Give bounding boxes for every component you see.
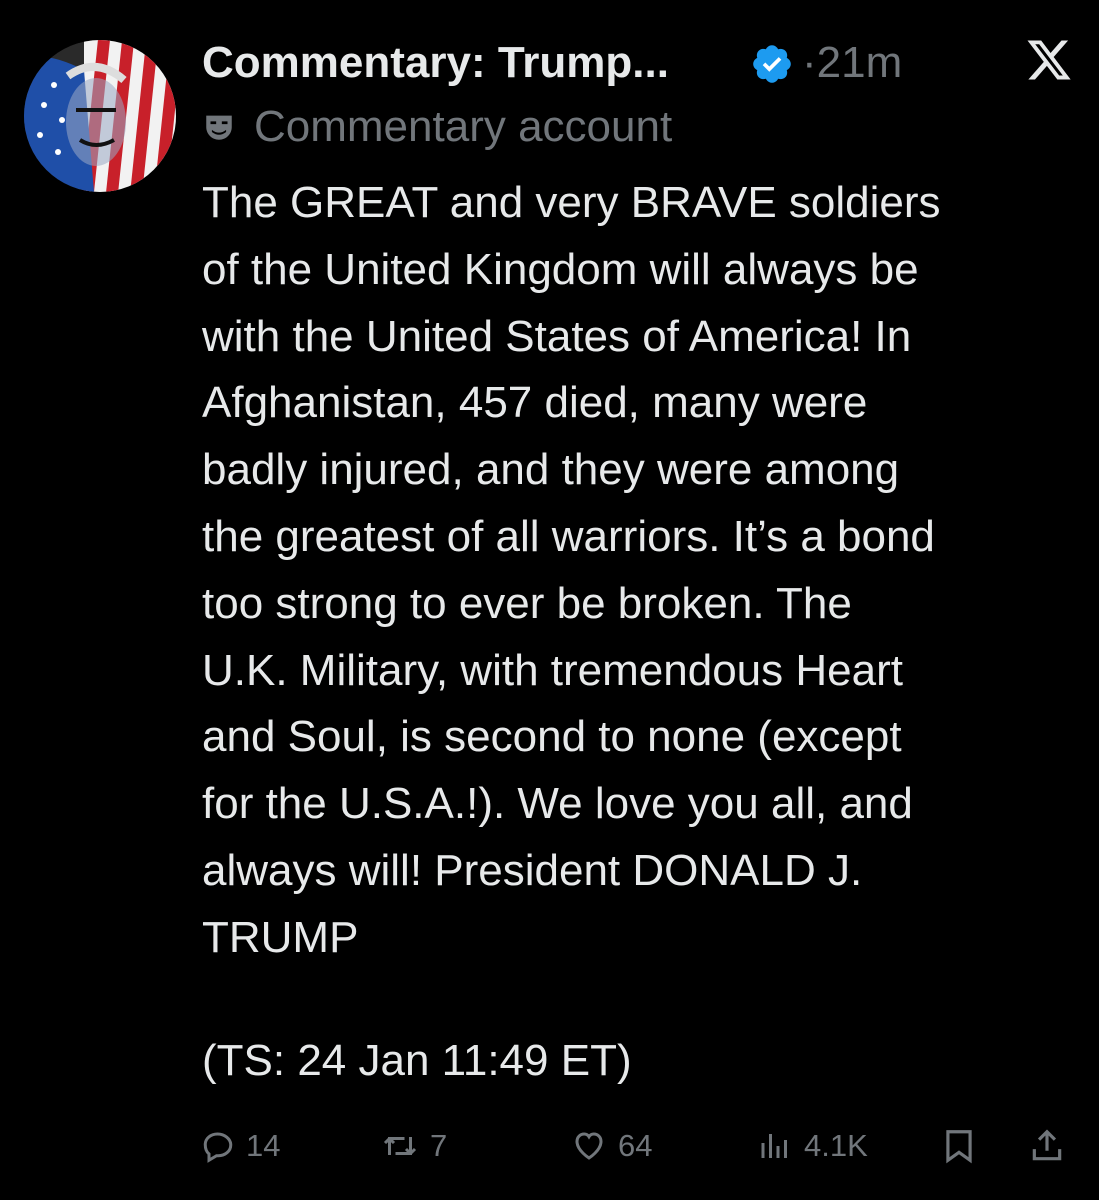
tweet-text: The GREAT and very BRAVE soldiers of the… bbox=[202, 178, 941, 962]
x-logo-icon[interactable] bbox=[1025, 36, 1073, 84]
views-icon bbox=[761, 1134, 787, 1158]
share-icon bbox=[1032, 1129, 1062, 1161]
like-button[interactable]: 64 bbox=[570, 1118, 652, 1174]
author-name[interactable]: Commentary: Trump... bbox=[202, 38, 669, 88]
reply-button[interactable]: 14 bbox=[200, 1118, 280, 1174]
tweet-header: Commentary: Trump... ·21m bbox=[202, 30, 1079, 96]
separator-dot: · bbox=[802, 38, 817, 87]
timestamp-relative[interactable]: ·21m bbox=[802, 38, 902, 88]
reply-count: 14 bbox=[246, 1128, 281, 1163]
avatar[interactable] bbox=[24, 40, 176, 192]
bookmark-icon bbox=[946, 1130, 972, 1164]
repost-count: 7 bbox=[430, 1128, 448, 1163]
views-count: 4.1K bbox=[804, 1128, 868, 1163]
action-bar: 14 7 64 4.1K bbox=[200, 1118, 1070, 1174]
like-count: 64 bbox=[618, 1128, 653, 1163]
repost-button[interactable]: 7 bbox=[380, 1118, 447, 1174]
bookmark-button[interactable] bbox=[940, 1118, 978, 1174]
account-label-text: Commentary account bbox=[254, 102, 673, 151]
avatar-image bbox=[24, 40, 176, 192]
time-ago: 21m bbox=[816, 38, 903, 87]
views-button[interactable]: 4.1K bbox=[756, 1118, 868, 1174]
reply-icon bbox=[203, 1132, 233, 1163]
timestamp-note: (TS: 24 Jan 11:49 ET) bbox=[202, 1036, 632, 1085]
theater-mask-icon bbox=[206, 115, 232, 140]
repost-icon bbox=[383, 1137, 417, 1155]
share-button[interactable] bbox=[1028, 1118, 1066, 1174]
heart-icon bbox=[575, 1132, 603, 1160]
verified-badge-icon bbox=[753, 45, 791, 83]
